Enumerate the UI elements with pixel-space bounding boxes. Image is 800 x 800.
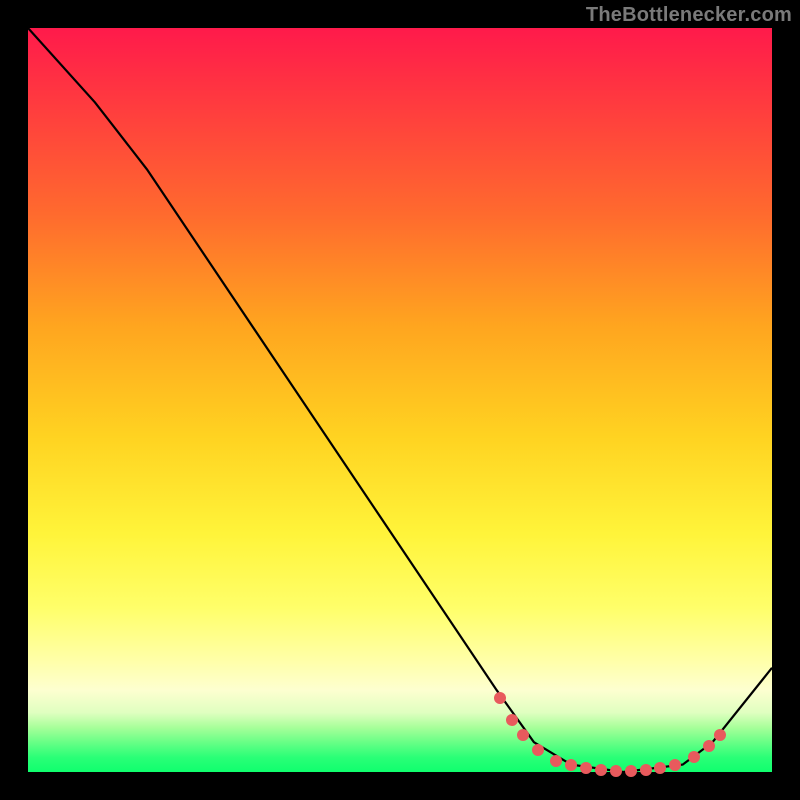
curve-marker — [565, 759, 577, 771]
curve-marker — [517, 729, 529, 741]
attribution-text: TheBottlenecker.com — [586, 4, 792, 27]
curve-marker — [688, 751, 700, 763]
curve-marker — [580, 762, 592, 774]
curve-marker — [703, 740, 715, 752]
curve-marker — [625, 765, 637, 777]
curve-marker — [640, 764, 652, 776]
curve-marker — [506, 714, 518, 726]
curve-marker — [610, 765, 622, 777]
marker-layer — [28, 28, 772, 772]
curve-marker — [669, 759, 681, 771]
chart-plot-area — [28, 28, 772, 772]
curve-marker — [714, 729, 726, 741]
curve-marker — [595, 764, 607, 776]
curve-marker — [532, 744, 544, 756]
curve-marker — [654, 762, 666, 774]
curve-marker — [494, 692, 506, 704]
curve-marker — [550, 755, 562, 767]
